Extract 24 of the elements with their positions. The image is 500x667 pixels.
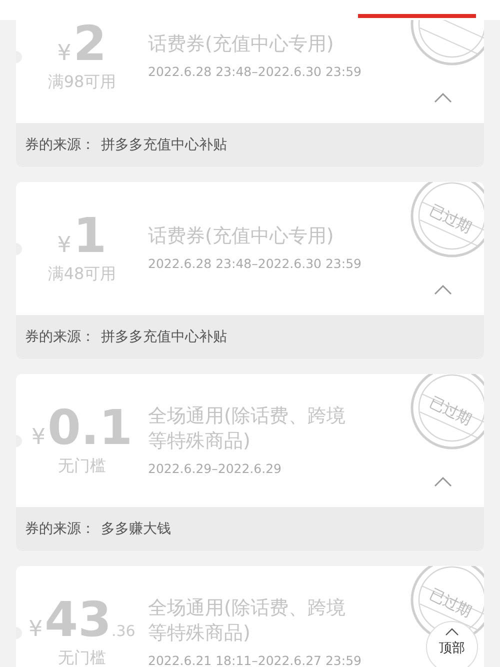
source-label: 券的来源： bbox=[25, 328, 95, 346]
coupon-condition: 满48可用 bbox=[48, 264, 116, 285]
validity-dates: 2022.6.28 23:48–2022.6.30 23:59 bbox=[148, 255, 362, 273]
expired-stamp: 已过期 bbox=[410, 182, 484, 258]
coupon-title: 话费券(充值中心专用) bbox=[148, 32, 334, 58]
coupon-title: 全场通用(除话费、跨境等特殊商品) bbox=[148, 404, 346, 454]
coupon-condition: 满98可用 bbox=[48, 72, 116, 93]
coupon-title: 话费券(充值中心专用) bbox=[148, 224, 334, 250]
chevron-up-icon bbox=[445, 628, 459, 636]
source-value: 多多赚大钱 bbox=[101, 520, 171, 538]
chevron-up-icon[interactable] bbox=[434, 477, 452, 487]
coupon-title: 全场通用(除话费、跨境等特殊商品) bbox=[148, 596, 346, 646]
chevron-up-icon[interactable] bbox=[434, 93, 452, 103]
source-value: 拼多多充值中心补贴 bbox=[101, 136, 227, 154]
coupon-condition: 无门槛 bbox=[58, 456, 106, 477]
source-value: 拼多多充值中心补贴 bbox=[101, 328, 227, 346]
validity-dates: 2022.6.28 23:48–2022.6.30 23:59 bbox=[148, 63, 362, 81]
chevron-up-icon[interactable] bbox=[434, 285, 452, 295]
validity-dates: 2022.6.21 18:11–2022.6.27 23:59 bbox=[148, 652, 362, 667]
validity-dates: 2022.6.29–2022.6.29 bbox=[148, 460, 282, 478]
coupon-condition: 无门槛 bbox=[58, 648, 106, 667]
source-label: 券的来源： bbox=[25, 136, 95, 154]
source-label: 券的来源： bbox=[25, 520, 95, 538]
expired-stamp: 已过期 bbox=[410, 374, 484, 450]
